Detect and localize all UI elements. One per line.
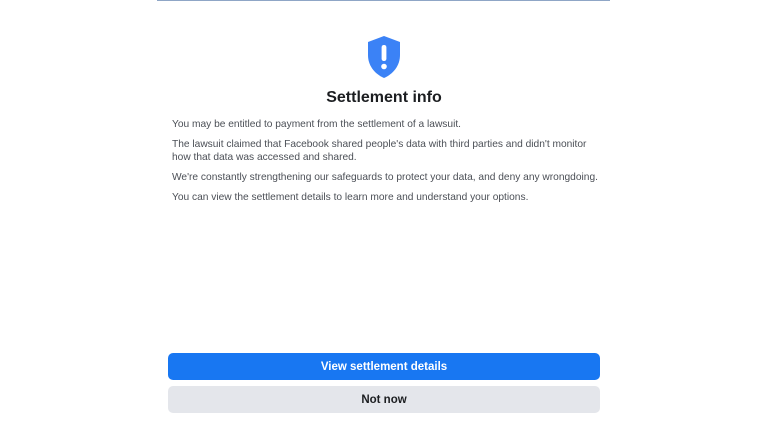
not-now-button[interactable]: Not now bbox=[168, 386, 600, 413]
body-paragraph-2: The lawsuit claimed that Facebook shared… bbox=[172, 139, 587, 163]
view-settlement-details-button[interactable]: View settlement details bbox=[168, 353, 600, 380]
settlement-dialog: Settlement info You may be entitled to p… bbox=[0, 0, 768, 432]
body-paragraph-3: We're constantly strengthening our safeg… bbox=[172, 172, 598, 183]
dialog-title: Settlement info bbox=[326, 89, 442, 106]
body-paragraph-1: You may be entitled to payment from the … bbox=[172, 119, 461, 130]
shield-exclamation-icon bbox=[368, 36, 400, 78]
dialog-body: You may be entitled to payment from the … bbox=[172, 118, 604, 211]
body-paragraph-4: You can view the settlement details to l… bbox=[172, 192, 529, 203]
top-divider bbox=[157, 0, 610, 1]
